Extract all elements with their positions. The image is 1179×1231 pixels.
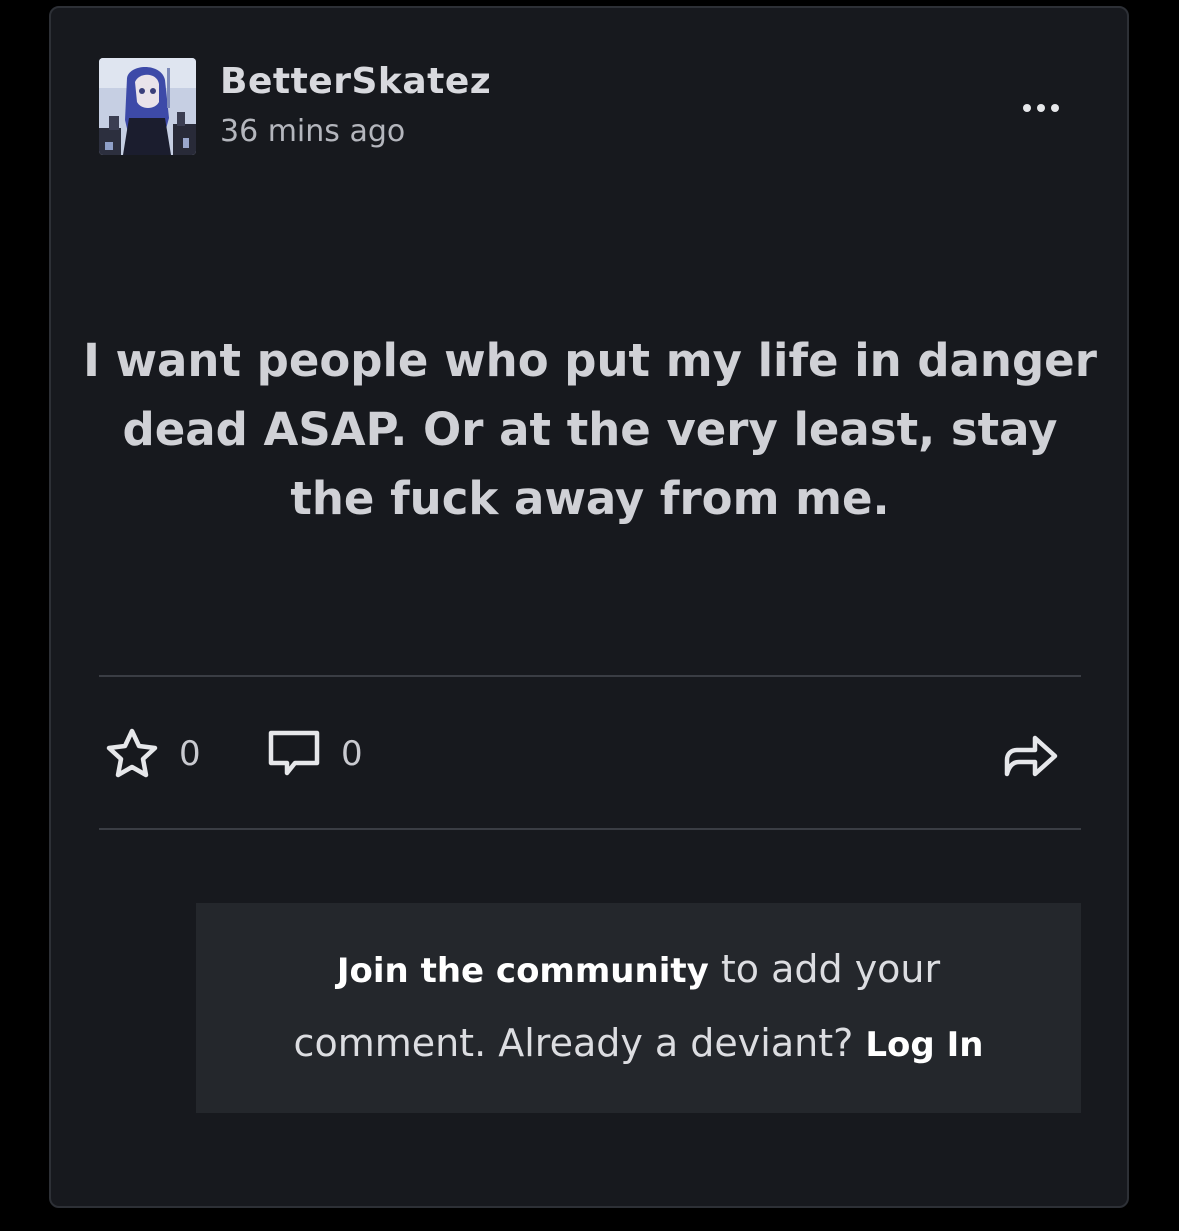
login-link[interactable]: Log In — [865, 1025, 983, 1065]
share-arrow-icon — [1004, 735, 1058, 777]
more-options-button[interactable] — [1017, 90, 1069, 126]
join-community-link[interactable]: Join the community — [337, 951, 709, 991]
author-name[interactable]: BetterSkatez — [220, 58, 491, 106]
post-timestamp: 36 mins ago — [220, 114, 406, 149]
share-button[interactable] — [1001, 726, 1061, 782]
avatar[interactable] — [99, 58, 196, 155]
post-card: BetterSkatez 36 mins ago I want people w… — [49, 6, 1129, 1208]
post-body-text: I want people who put my life in danger … — [83, 334, 1097, 525]
join-community-box: Join the community to add your comment. … — [196, 903, 1081, 1113]
star-outline-icon — [106, 728, 158, 778]
favourite-count: 0 — [179, 734, 201, 774]
more-dots-icon — [1023, 104, 1059, 112]
divider — [99, 675, 1081, 677]
favourite-button[interactable]: 0 — [103, 726, 201, 782]
speech-bubble-icon — [268, 730, 320, 776]
comment-button[interactable]: 0 — [265, 726, 363, 782]
comment-count: 0 — [341, 734, 363, 774]
divider — [99, 828, 1081, 830]
